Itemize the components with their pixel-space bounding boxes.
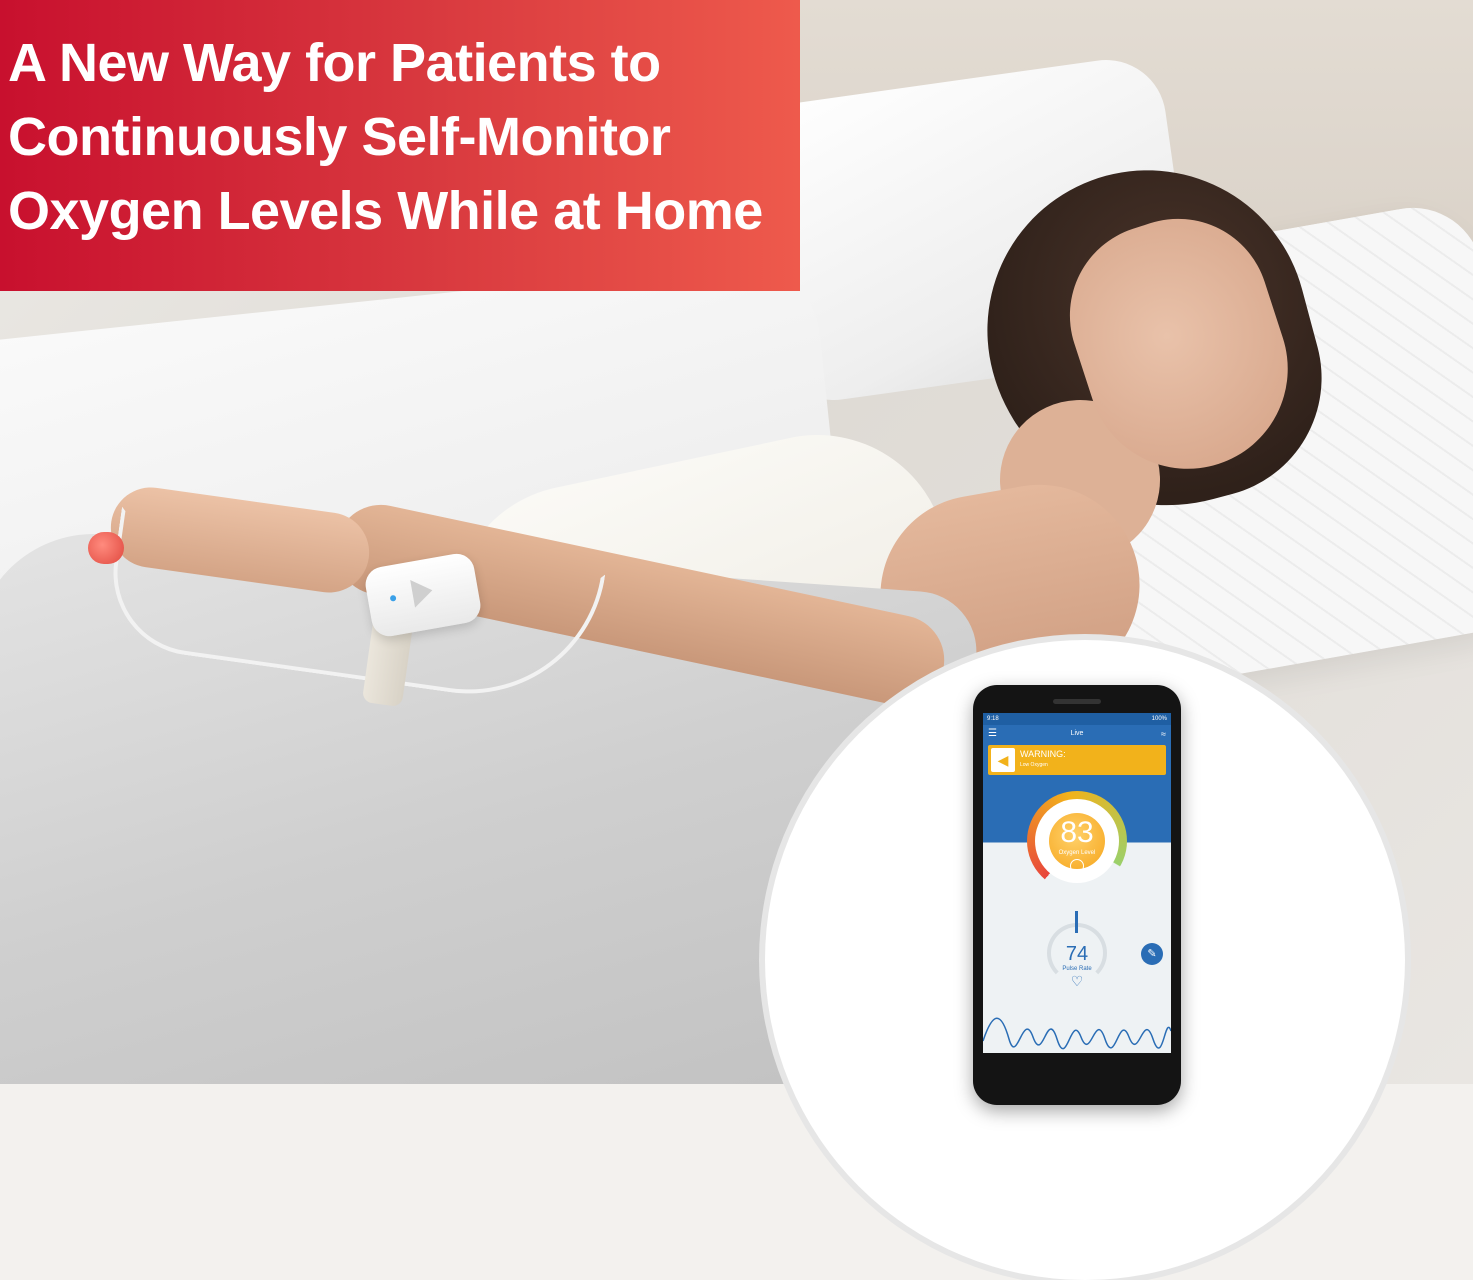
warning-title: WARNING: xyxy=(1020,749,1066,759)
status-bar: 9:18 100% xyxy=(983,713,1171,725)
status-time: 9:18 xyxy=(987,716,999,722)
phone-screen: 9:18 100% ☰ Live ≈ ◀ WARNING: Low Oxygen… xyxy=(983,713,1171,1053)
warning-subtitle: Low Oxygen xyxy=(1020,762,1048,768)
pleth-waveform xyxy=(983,1017,1171,1050)
smartphone: 9:18 100% ☰ Live ≈ ◀ WARNING: Low Oxygen… xyxy=(973,685,1181,1105)
headline-line: Oxygen Levels While at Home xyxy=(8,181,763,241)
oxygen-value: 83 xyxy=(1060,816,1094,849)
trend-chart-icon[interactable]: ≈ xyxy=(1161,728,1166,740)
app-bar: ☰ Live ≈ xyxy=(983,725,1171,743)
headline: A New Way for Patients to Continuously S… xyxy=(8,26,798,248)
phone-bezel-bottom xyxy=(973,1055,1181,1105)
pulse-label: Pulse Rate xyxy=(1062,966,1092,972)
oxygen-label: Oxygen Level xyxy=(1058,850,1096,856)
app-inset-circle: 9:18 100% ☰ Live ≈ ◀ WARNING: Low Oxygen… xyxy=(765,640,1405,1280)
headline-line: Continuously Self-Monitor xyxy=(8,107,671,167)
status-led xyxy=(389,594,397,602)
warning-banner[interactable]: ◀ WARNING: Low Oxygen xyxy=(988,745,1166,775)
oxygen-icon xyxy=(1070,859,1084,873)
notes-button[interactable]: ✎ xyxy=(1141,943,1163,965)
app-title: Live xyxy=(1070,730,1084,737)
gauge-area: 83 Oxygen Level 74 Pulse Rate ♡ ✎ xyxy=(983,783,1171,1053)
play-button-icon xyxy=(410,576,435,608)
phone-speaker xyxy=(1053,699,1101,704)
headline-banner: A New Way for Patients to Continuously S… xyxy=(0,0,800,291)
status-battery: 100% xyxy=(1151,716,1167,722)
headline-line: A New Way for Patients to xyxy=(8,33,661,93)
heart-icon: ♡ xyxy=(1070,973,1084,989)
oxygen-gauge: 83 Oxygen Level xyxy=(1027,791,1127,891)
pulse-needle xyxy=(1075,911,1078,933)
speaker-icon: ◀ xyxy=(991,748,1015,772)
finger-sensor xyxy=(88,532,124,564)
